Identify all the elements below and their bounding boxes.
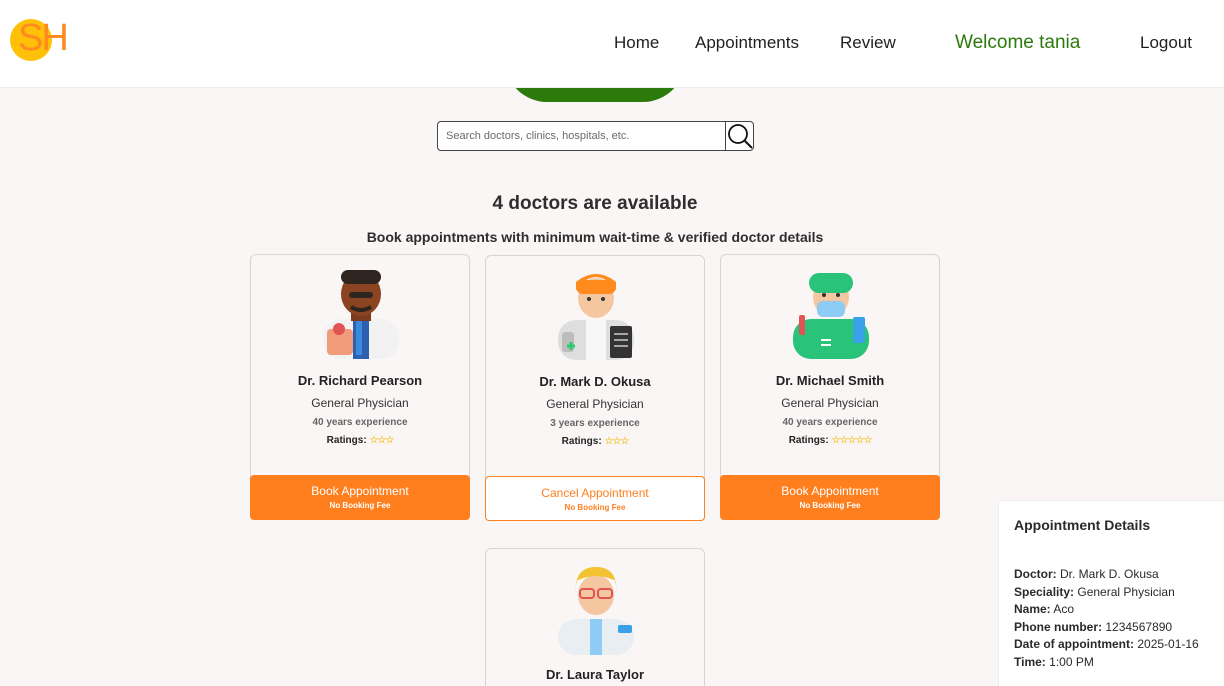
detail-phone: Phone number: 1234567890: [1014, 619, 1222, 637]
subtitle-heading: Book appointments with minimum wait-time…: [366, 229, 824, 245]
doctor-experience: 40 years experience: [782, 417, 878, 428]
doctor-name: Dr. Michael Smith: [775, 373, 885, 388]
search-button[interactable]: [725, 122, 753, 150]
ratings-label: Ratings:: [326, 435, 367, 446]
navbar: SH Home Appointments Review Welcome tani…: [0, 0, 1224, 88]
appointment-details-panel: Appointment Details Doctor: Dr. Mark D. …: [998, 500, 1224, 686]
detail-value: 2025-01-16: [1137, 637, 1199, 651]
detail-date: Date of appointment: 2025-01-16: [1014, 636, 1222, 654]
star-icon: ☆☆☆: [369, 435, 394, 446]
doctor-experience: 3 years experience: [550, 418, 640, 429]
doctor-avatar-icon: [558, 274, 634, 360]
book-appointment-button[interactable]: Book Appointment No Booking Fee: [720, 475, 940, 520]
booking-fee-note: No Booking Fee: [564, 503, 626, 512]
logo[interactable]: SH: [8, 16, 74, 70]
doctor-card: Dr. Laura Taylor: [485, 548, 705, 686]
detail-name: Name: Aco: [1014, 601, 1222, 619]
detail-value: Aco: [1053, 602, 1075, 616]
doctor-card: Dr. Mark D. Okusa General Physician 3 ye…: [485, 255, 705, 521]
booking-fee-note: No Booking Fee: [799, 501, 861, 510]
doctor-card: Dr. Richard Pearson General Physician 40…: [250, 254, 470, 520]
doctor-count-heading: 4 doctors are available: [492, 193, 698, 214]
star-icon: ☆☆☆: [604, 436, 629, 447]
doctor-experience: 40 years experience: [312, 417, 408, 428]
detail-speciality: Speciality: General Physician: [1014, 584, 1222, 602]
ratings-label: Ratings:: [561, 436, 602, 447]
detail-doctor: Doctor: Dr. Mark D. Okusa: [1014, 566, 1222, 584]
detail-label: Name:: [1014, 602, 1051, 616]
detail-label: Phone number:: [1014, 619, 1103, 634]
logo-letters: SH: [18, 17, 69, 59]
appointment-details-title: Appointment Details: [1014, 517, 1151, 533]
doctor-speciality: General Physician: [546, 397, 644, 411]
nav-appointments-link[interactable]: Appointments: [695, 33, 799, 53]
doctor-name: Dr. Laura Taylor: [545, 667, 644, 682]
cancel-appointment-button[interactable]: Cancel Appointment No Booking Fee: [485, 476, 705, 521]
detail-value: 1:00 PM: [1049, 654, 1094, 669]
detail-label: Doctor:: [1014, 567, 1057, 581]
doctor-ratings: Ratings: ☆☆☆: [251, 435, 469, 446]
doctor-card: Dr. Michael Smith General Physician 40 y…: [720, 254, 940, 520]
button-label: Book Appointment: [311, 484, 409, 498]
welcome-user-text: Welcome tania: [955, 32, 1081, 53]
detail-label: Date of appointment:: [1014, 637, 1134, 651]
doctor-ratings: Ratings: ☆☆☆☆☆: [721, 435, 939, 446]
nav-home-link[interactable]: Home: [614, 33, 659, 53]
button-label: Book Appointment: [781, 484, 879, 498]
doctor-name: Dr. Richard Pearson: [297, 373, 423, 388]
search-input[interactable]: [438, 122, 725, 150]
booking-fee-note: No Booking Fee: [329, 501, 391, 510]
doctor-name: Dr. Mark D. Okusa: [539, 374, 651, 389]
detail-label: Time:: [1014, 654, 1046, 669]
detail-value: Dr. Mark D. Okusa: [1060, 567, 1159, 581]
detail-time: Time: 1:00 PM: [1014, 654, 1222, 672]
appointment-details-list: Doctor: Dr. Mark D. Okusa Speciality: Ge…: [1014, 566, 1222, 671]
ratings-label: Ratings:: [788, 435, 829, 446]
search-bar: [437, 121, 754, 151]
doctor-ratings: Ratings: ☆☆☆: [486, 436, 704, 447]
doctor-avatar-icon: [323, 270, 399, 359]
doctor-avatar-icon: [558, 567, 634, 655]
detail-label: Speciality:: [1014, 584, 1075, 599]
doctor-speciality: General Physician: [781, 396, 879, 410]
button-label: Cancel Appointment: [541, 486, 649, 500]
book-appointment-button[interactable]: Book Appointment No Booking Fee: [250, 475, 470, 520]
star-icon: ☆☆☆☆☆: [831, 435, 872, 446]
nav-review-link[interactable]: Review: [840, 33, 896, 53]
search-icon: [727, 124, 753, 149]
logout-link[interactable]: Logout: [1140, 33, 1192, 53]
doctor-avatar-icon: [793, 273, 869, 359]
doctor-speciality: General Physician: [311, 396, 409, 410]
detail-value: 1234567890: [1105, 619, 1173, 634]
detail-value: General Physician: [1077, 584, 1175, 599]
